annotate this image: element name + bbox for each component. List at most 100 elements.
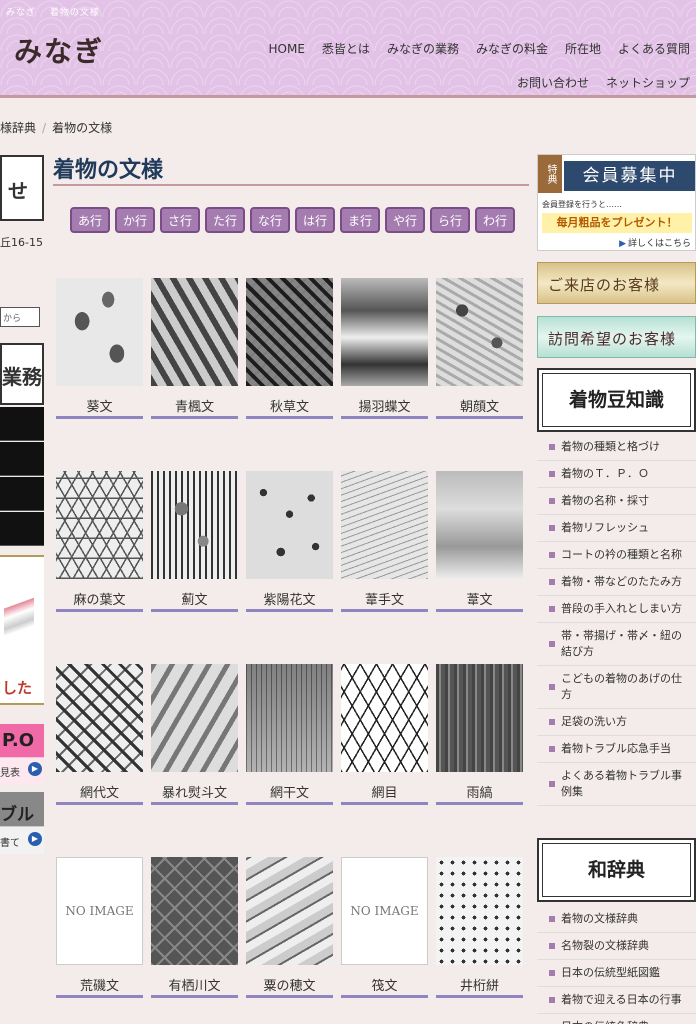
side-list-item[interactable]: よくある着物トラブル事例集 [537, 763, 696, 806]
kana-button-ta[interactable]: た行 [205, 207, 245, 233]
pattern-item[interactable]: 秋草文 [246, 278, 333, 471]
side-list-item[interactable]: 着物・帯などのたたみ方 [537, 569, 696, 596]
side-list-item[interactable]: 着物トラブル応急手当 [537, 736, 696, 763]
pattern-item[interactable]: 紫陽花文 [246, 471, 333, 664]
pattern-item[interactable]: 有栖川文 [151, 857, 238, 1024]
nav-pricing[interactable]: みなぎの料金 [476, 40, 548, 58]
pattern-item[interactable]: 薊文 [151, 471, 238, 664]
side-list-item[interactable]: 着物のＴ．Ｐ．Ｏ [537, 461, 696, 488]
left-banner-tpo[interactable]: P.O 見表 ▶ [0, 724, 44, 784]
left-banner-illustration[interactable]: した [0, 555, 44, 705]
kana-button-wa[interactable]: わ行 [475, 207, 515, 233]
pattern-label[interactable]: 朝顔文 [436, 396, 523, 415]
pattern-item[interactable]: NO IMAGE 荒磯文 [56, 857, 143, 1024]
pattern-thumbnail[interactable] [56, 664, 143, 772]
pattern-label[interactable]: 雨縞 [436, 782, 523, 801]
pattern-thumbnail[interactable] [246, 278, 333, 386]
pattern-item[interactable]: 朝顔文 [436, 278, 523, 471]
pattern-item[interactable]: 暴れ熨斗文 [151, 664, 238, 857]
pattern-item[interactable]: 網干文 [246, 664, 333, 857]
pattern-thumbnail[interactable] [436, 664, 523, 772]
pattern-item[interactable]: 井桁絣 [436, 857, 523, 1024]
kana-button-a[interactable]: あ行 [70, 207, 110, 233]
left-menu-item-3[interactable] [0, 477, 44, 511]
member-more-link[interactable]: 詳しくはこちら [619, 236, 691, 249]
pattern-item[interactable]: 葵文 [56, 278, 143, 471]
pattern-label[interactable]: 粟の穂文 [246, 975, 333, 994]
left-box-services[interactable]: 業務 [0, 343, 44, 405]
side-list-item[interactable]: 着物の名称・採寸 [537, 488, 696, 515]
kana-button-sa[interactable]: さ行 [160, 207, 200, 233]
nav-netshop[interactable]: ネットショップ [606, 74, 690, 92]
side-list-item[interactable]: 足袋の洗い方 [537, 709, 696, 736]
side-list-item[interactable]: 普段の手入れとしまい方 [537, 596, 696, 623]
side-list-item[interactable]: 帯・帯揚げ・帯〆・紐の結び方 [537, 623, 696, 666]
pattern-thumbnail-placeholder[interactable]: NO IMAGE [341, 857, 428, 965]
pattern-item[interactable]: NO IMAGE 筏文 [341, 857, 428, 1024]
pattern-thumbnail[interactable] [151, 278, 238, 386]
visit-request-banner[interactable]: 訪問希望のお客様 [537, 316, 696, 358]
member-recruit-banner[interactable]: 特典 会員募集中 会員登録を行うと…… 毎月粗品をプレゼント！ 詳しくはこちら [537, 154, 696, 251]
pattern-thumbnail[interactable] [246, 857, 333, 965]
left-banner-trouble[interactable]: ブル 書て ▶ [0, 792, 44, 854]
pattern-label[interactable]: 井桁絣 [436, 975, 523, 994]
left-box-notice[interactable]: せ [0, 155, 44, 221]
pattern-label[interactable]: 葵文 [56, 396, 143, 415]
pattern-label[interactable]: 薊文 [151, 589, 238, 608]
site-logo[interactable]: みなぎ [14, 30, 104, 70]
pattern-item[interactable]: 網代文 [56, 664, 143, 857]
pattern-item[interactable]: 葦手文 [341, 471, 428, 664]
pattern-label[interactable]: 網目 [341, 782, 428, 801]
side-list-item[interactable]: 着物リフレッシュ [537, 515, 696, 542]
pattern-label[interactable]: 葦手文 [341, 589, 428, 608]
side-list-item[interactable]: 日本の伝統色辞典 [537, 1014, 696, 1024]
pattern-thumbnail[interactable] [246, 664, 333, 772]
pattern-label[interactable]: 網代文 [56, 782, 143, 801]
pattern-item[interactable]: 麻の葉文 [56, 471, 143, 664]
side-list-item[interactable]: 名物裂の文様辞典 [537, 933, 696, 960]
left-menu-item-2[interactable] [0, 442, 44, 476]
visit-store-banner[interactable]: ご来店のお客様 [537, 262, 696, 304]
nav-home[interactable]: HOME [269, 40, 305, 58]
nav-faq[interactable]: よくある質問 [618, 40, 690, 58]
side-list-item[interactable]: 日本の伝統型紙図鑑 [537, 960, 696, 987]
pattern-label[interactable]: 暴れ熨斗文 [151, 782, 238, 801]
breadcrumb-parent[interactable]: 様辞典 [0, 121, 36, 135]
pattern-item[interactable]: 雨縞 [436, 664, 523, 857]
side-list-item[interactable]: こどもの着物のあげの仕方 [537, 666, 696, 709]
pattern-label[interactable]: 網干文 [246, 782, 333, 801]
left-search-input[interactable]: から [0, 307, 40, 327]
pattern-label[interactable]: 荒磯文 [56, 975, 143, 994]
pattern-thumbnail[interactable] [151, 664, 238, 772]
pattern-item[interactable]: 葦文 [436, 471, 523, 664]
pattern-label[interactable]: 有栖川文 [151, 975, 238, 994]
pattern-thumbnail[interactable] [246, 471, 333, 579]
pattern-label[interactable]: 揚羽蝶文 [341, 396, 428, 415]
pattern-thumbnail[interactable] [436, 857, 523, 965]
pattern-label[interactable]: 青楓文 [151, 396, 238, 415]
pattern-thumbnail[interactable] [436, 278, 523, 386]
pattern-thumbnail[interactable] [341, 278, 428, 386]
side-list-item[interactable]: 着物で迎える日本の行事 [537, 987, 696, 1014]
kana-button-ma[interactable]: ま行 [340, 207, 380, 233]
nav-services[interactable]: みなぎの業務 [387, 40, 459, 58]
nav-location[interactable]: 所在地 [565, 40, 601, 58]
side-list-item[interactable]: コートの衿の種類と名称 [537, 542, 696, 569]
pattern-thumbnail[interactable] [436, 471, 523, 579]
kana-button-ka[interactable]: か行 [115, 207, 155, 233]
pattern-thumbnail[interactable] [151, 857, 238, 965]
pattern-thumbnail-placeholder[interactable]: NO IMAGE [56, 857, 143, 965]
left-menu-item-1[interactable] [0, 407, 44, 441]
pattern-item[interactable]: 網目 [341, 664, 428, 857]
pattern-item[interactable]: 揚羽蝶文 [341, 278, 428, 471]
pattern-label[interactable]: 筏文 [341, 975, 428, 994]
pattern-thumbnail[interactable] [341, 471, 428, 579]
side-list-item[interactable]: 着物の文様辞典 [537, 906, 696, 933]
kana-button-ra[interactable]: ら行 [430, 207, 470, 233]
kana-button-ya[interactable]: や行 [385, 207, 425, 233]
pattern-item[interactable]: 青楓文 [151, 278, 238, 471]
left-menu-item-4[interactable] [0, 512, 44, 546]
pattern-label[interactable]: 紫陽花文 [246, 589, 333, 608]
pattern-label[interactable]: 葦文 [436, 589, 523, 608]
pattern-item[interactable]: 粟の穂文 [246, 857, 333, 1024]
